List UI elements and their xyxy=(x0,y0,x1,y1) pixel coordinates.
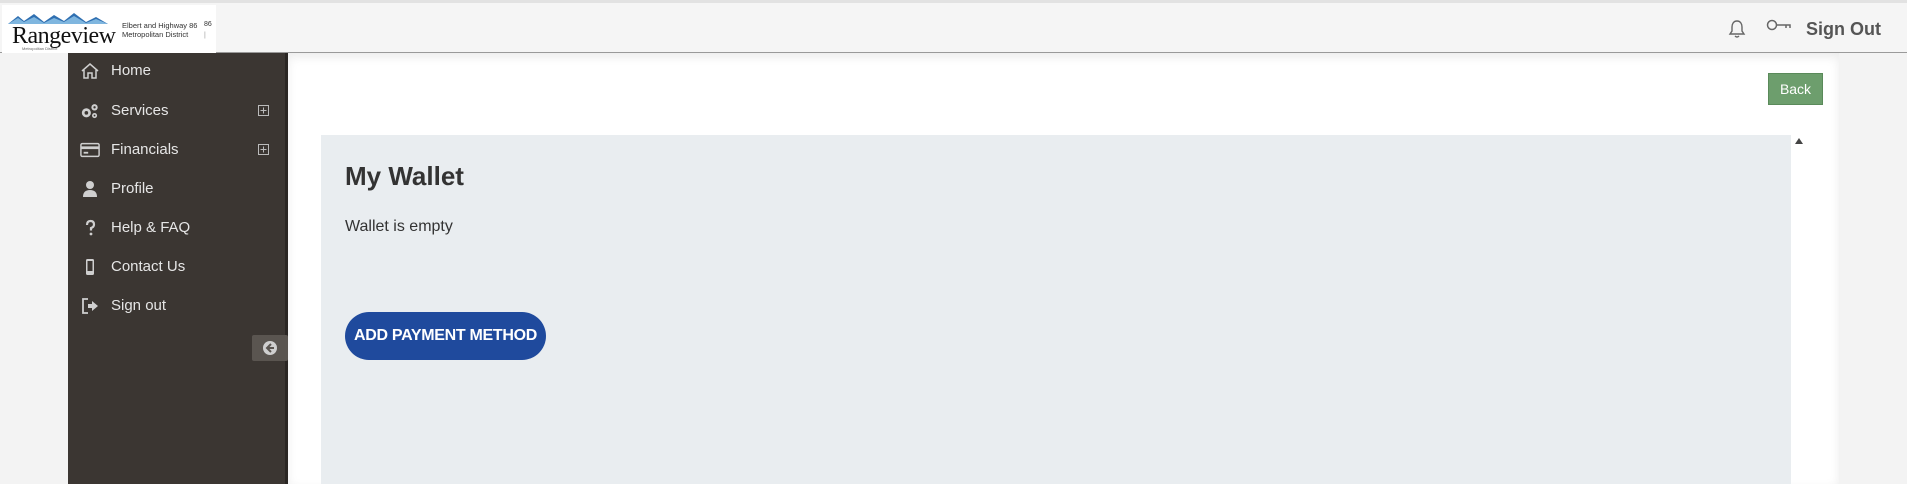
question-icon xyxy=(85,219,96,236)
wallet-empty-message: Wallet is empty xyxy=(345,218,453,235)
arrow-left-circle-icon xyxy=(263,341,277,355)
wallet-card: My Wallet Wallet is empty ADD PAYMENT ME… xyxy=(321,135,1791,484)
sidebar-item-label: Services xyxy=(111,102,169,119)
sidebar-item-label: Sign out xyxy=(111,297,167,314)
user-icon xyxy=(83,181,97,197)
bell-icon[interactable] xyxy=(1728,19,1746,44)
logo-number: 86 xyxy=(204,21,212,28)
top-header: Rangeview Metropolitan District Elbert a… xyxy=(0,0,1907,53)
back-button[interactable]: Back xyxy=(1768,73,1823,105)
page-title: My Wallet xyxy=(345,161,464,191)
scroll-up-arrow-icon[interactable] xyxy=(1795,138,1803,144)
add-payment-method-button[interactable]: ADD PAYMENT METHOD xyxy=(345,312,546,360)
expand-plus-icon[interactable] xyxy=(258,105,269,116)
sidebar-item-home[interactable]: Home xyxy=(68,55,285,87)
logo-side-line2: Metropolitan District xyxy=(122,30,189,39)
sidebar-item-help[interactable]: Help & FAQ xyxy=(68,212,285,244)
sidebar-item-label: Contact Us xyxy=(111,258,186,275)
sidebar-item-financials[interactable]: Financials xyxy=(68,134,285,166)
collapse-sidebar-button[interactable] xyxy=(252,335,288,361)
sidebar-item-contact[interactable]: Contact Us xyxy=(68,251,285,283)
sidebar-item-sign-out[interactable]: Sign out xyxy=(68,290,285,322)
sidebar-item-label: Help & FAQ xyxy=(111,219,191,236)
logo-side-text: Elbert and Highway 86 Metropolitan Distr… xyxy=(122,21,197,39)
expand-plus-icon[interactable] xyxy=(258,144,269,155)
mobile-icon xyxy=(86,259,94,275)
rangeview-logo[interactable]: Rangeview Metropolitan District Elbert a… xyxy=(2,5,216,53)
sidebar-item-label: Home xyxy=(111,62,152,79)
sidebar-item-profile[interactable]: Profile xyxy=(68,173,285,205)
logo-subtext: Metropolitan District xyxy=(22,46,58,51)
sidebar-item-label: Financials xyxy=(111,141,179,158)
credit-card-icon xyxy=(80,142,100,158)
gears-icon xyxy=(81,104,98,119)
logo-pipe: | xyxy=(204,32,206,39)
sidebar-item-services[interactable]: Services xyxy=(68,95,285,127)
sidebar-item-label: Profile xyxy=(111,180,154,197)
sidebar-nav: Home Services Financials Profile Help & … xyxy=(68,53,288,484)
home-icon xyxy=(81,63,99,79)
header-sign-out-link[interactable]: Sign Out xyxy=(1806,19,1881,40)
key-icon[interactable] xyxy=(1766,17,1792,40)
logo-side-line1: Elbert and Highway 86 xyxy=(122,21,198,30)
sign-out-icon xyxy=(82,298,98,314)
